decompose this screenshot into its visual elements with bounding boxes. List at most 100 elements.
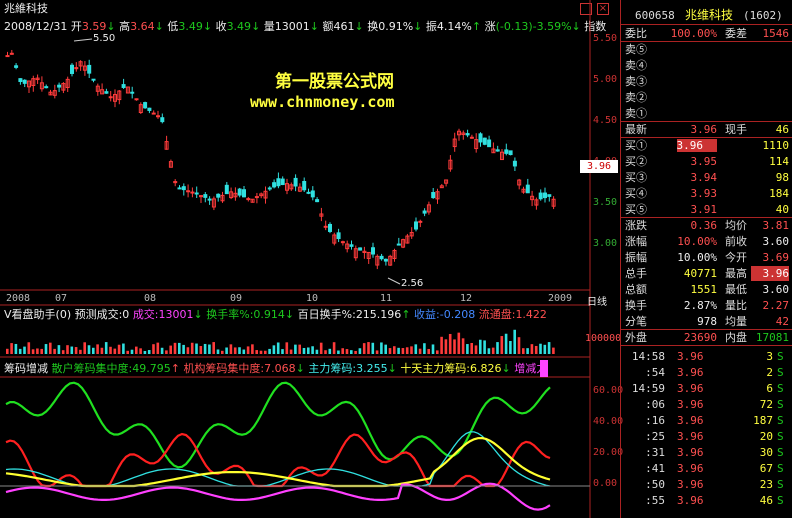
volume-bar: [173, 342, 177, 354]
volume-bar: [135, 346, 138, 354]
period-tab-daily[interactable]: 日线: [587, 293, 607, 308]
volume-bar: [74, 347, 78, 354]
candle-body: [237, 188, 242, 196]
quote-stat-row: 涨幅 10.00% 前收 3.60: [621, 234, 792, 249]
candle-body: [181, 186, 186, 191]
tick-side: S: [777, 494, 784, 507]
volume-bar: [143, 350, 147, 354]
candle-body: [207, 198, 212, 201]
ten-day-chip-line: [5, 436, 551, 488]
stat-label: 前收: [725, 235, 747, 248]
ret-value: -0.208: [439, 308, 476, 321]
x-axis-tick: 09: [230, 293, 243, 304]
tick-row: :54 3.96 2 S: [621, 365, 792, 381]
sell-2-label: 卖②: [625, 91, 647, 104]
volume-bar: [401, 348, 405, 354]
volume-bar: [371, 342, 375, 354]
candle-body: [482, 137, 487, 145]
volume-bar: [341, 348, 344, 354]
volume-bar: [289, 349, 293, 354]
stat-label: 最低: [725, 283, 747, 296]
quote-title-row: 600658 兆维科技 (1602): [621, 8, 792, 23]
quote-stat-row: 涨跌 0.36 均价 3.81: [621, 218, 792, 233]
volume-bar: [427, 348, 430, 354]
volume-bar: [405, 347, 409, 354]
volume-bar: [547, 342, 551, 354]
stat-label: 均价: [725, 219, 747, 232]
stat-value: 40771: [683, 267, 717, 280]
candle-body: [224, 184, 229, 195]
candle-body: [422, 210, 427, 214]
volume-bar: [178, 342, 181, 354]
candle-body: [538, 192, 543, 200]
buy-level-row[interactable]: 买② 3.95 114: [621, 154, 792, 169]
candle-body: [340, 241, 345, 244]
volume-bar: [238, 347, 241, 354]
volume-bar: [354, 350, 357, 354]
candle-body: [358, 247, 363, 251]
candle-body: [14, 65, 19, 68]
stat-value: 0.36: [690, 219, 718, 232]
volume-bar: [272, 345, 276, 354]
price-axis-tick: 4.50: [593, 115, 618, 126]
buy-level-volume: 184: [769, 187, 789, 200]
volume-bar: [526, 348, 529, 354]
stat-label: 量比: [725, 299, 747, 312]
stat-label: 涨幅: [625, 235, 647, 248]
x-axis-tick: 08: [144, 293, 157, 304]
tick-volume: 46: [759, 494, 773, 507]
indicator-axis-tick: 40.00: [593, 416, 624, 427]
candle-body: [87, 64, 92, 74]
volume-bar: [470, 342, 473, 354]
tick-side: S: [777, 382, 784, 395]
volume-bar: [259, 350, 263, 354]
candle-body: [349, 244, 354, 247]
volume-bar: [513, 329, 516, 354]
stock-id: (1602): [743, 9, 783, 22]
volume-bar: [117, 344, 121, 354]
volume-bar: [517, 337, 521, 354]
tick-price: 3.96: [677, 430, 704, 443]
volume-bar: [522, 348, 525, 354]
stat-value: 1551: [690, 283, 718, 296]
candle-body: [469, 136, 474, 139]
volume-bar: [212, 342, 215, 354]
stat-value: 978: [697, 315, 717, 328]
buy-level-row[interactable]: 买① 3.96 1110: [621, 138, 792, 153]
volume-bar: [367, 342, 370, 354]
tick-volume: 2: [766, 366, 773, 379]
buy-level-price: 3.91: [690, 203, 718, 216]
x-axis-tick: 07: [55, 293, 68, 304]
weicha-label: 委差: [725, 27, 747, 40]
buy-level-row[interactable]: 买④ 3.93 184: [621, 186, 792, 201]
buy-level-price: 3.95: [690, 155, 718, 168]
tick-row: 14:59 3.96 6 S: [621, 381, 792, 397]
buy-level-row[interactable]: 买⑤ 3.91 40: [621, 202, 792, 217]
candle-body: [143, 102, 148, 109]
quote-panel: 600658 兆维科技 (1602) 委比 100.00% 委差 1546 卖⑤…: [620, 0, 792, 518]
buy-level-price: 3.93: [690, 187, 718, 200]
candle-body: [328, 223, 332, 232]
candle-body: [306, 191, 311, 194]
volume-bar: [199, 346, 203, 354]
candle-body: [190, 191, 195, 194]
candle-body: [44, 86, 49, 89]
volume-bar: [126, 350, 129, 354]
tick-time: :55: [645, 494, 665, 507]
candle-body: [108, 96, 113, 99]
volume-bar: [66, 345, 69, 354]
chart-area[interactable]: 兆維科技 × 2008/12/31 开3.59↓ 高3.64↓ 低3.49↓ 收…: [0, 0, 624, 518]
buy-level-row[interactable]: 买③ 3.94 98: [621, 170, 792, 185]
volume-bar: [18, 348, 22, 354]
retail-chip-label: 散户筹码集中度:: [51, 362, 133, 375]
buy-level-volume: 40: [775, 203, 789, 216]
candle-body: [134, 98, 139, 101]
volume-bar: [311, 346, 314, 354]
candle-body: [194, 192, 199, 195]
retail-chip-value: 49.795: [132, 362, 171, 375]
volume-bar: [483, 340, 486, 354]
outer-label: 外盘: [625, 331, 647, 344]
buy-level-label: 买①: [625, 139, 647, 152]
tick-volume: 187: [753, 414, 773, 427]
candle-body: [5, 55, 10, 58]
